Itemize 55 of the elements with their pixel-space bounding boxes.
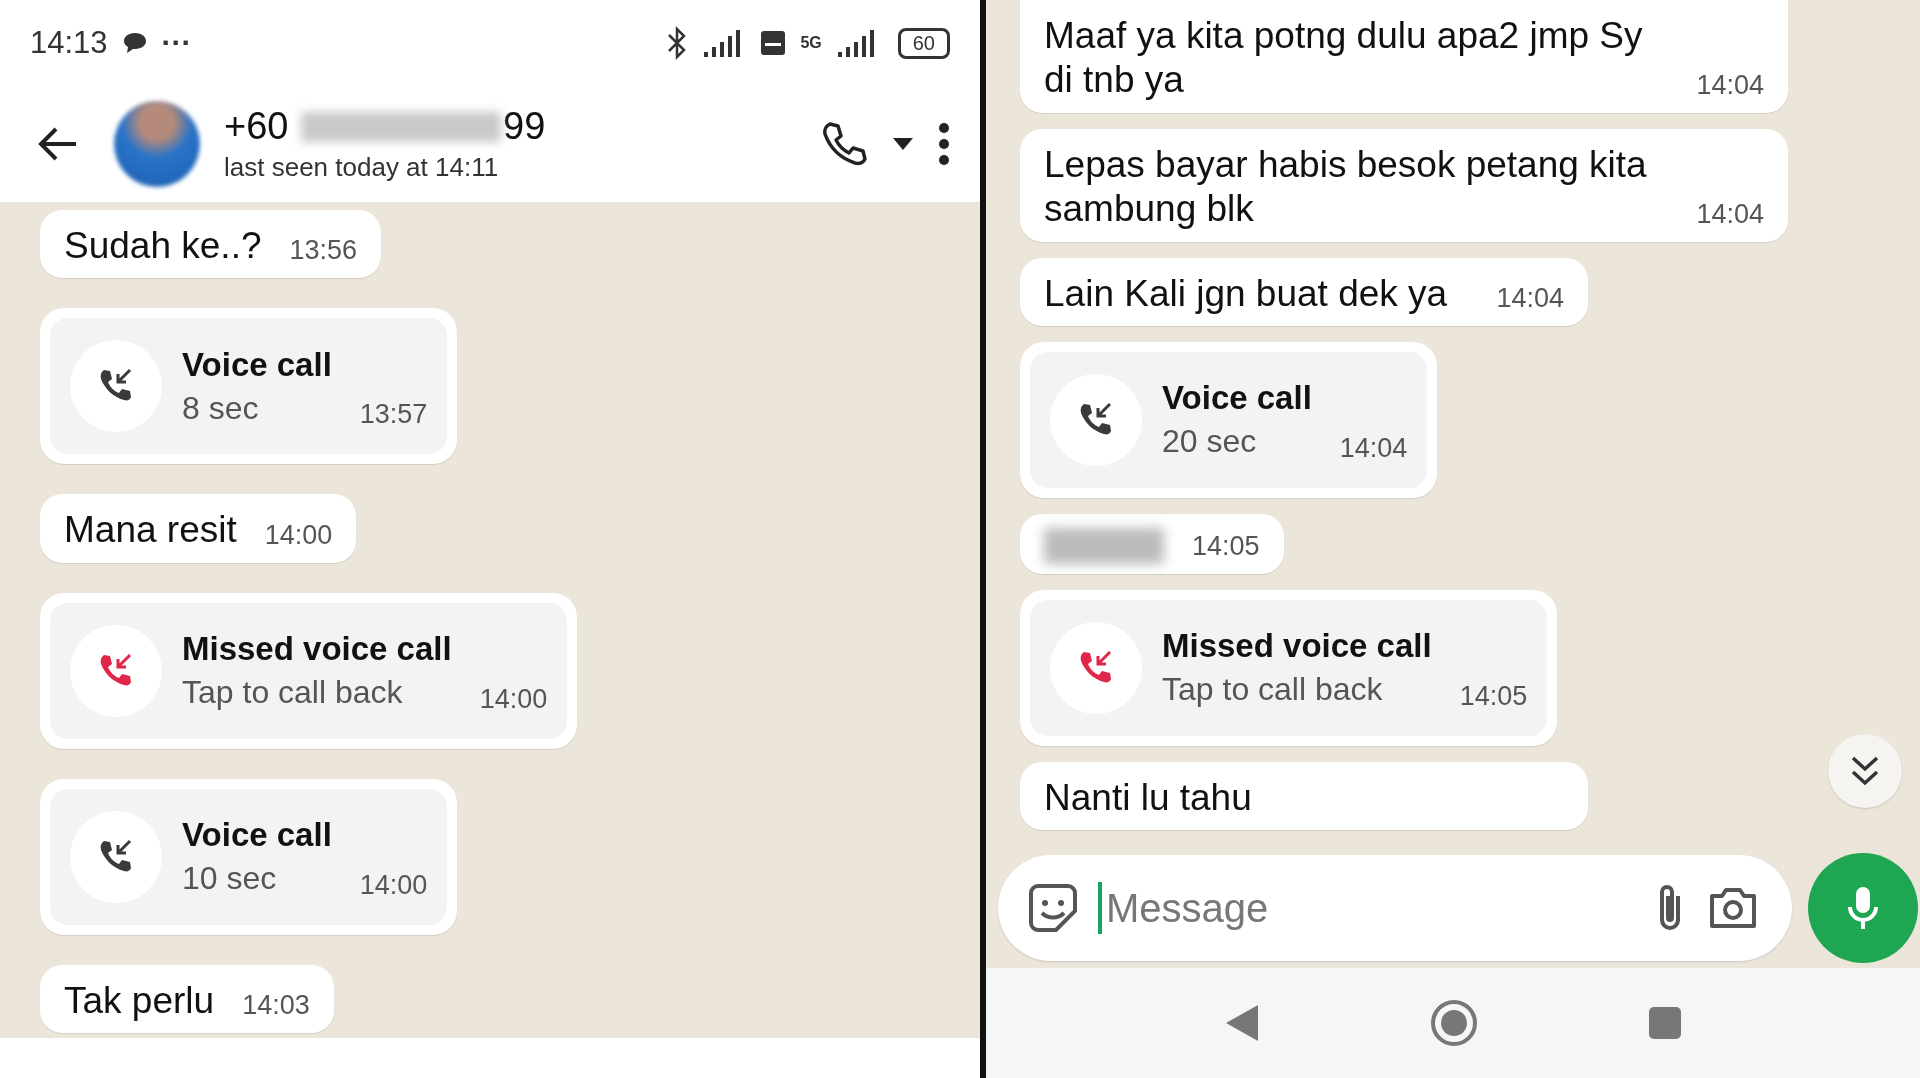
- message-field[interactable]: Message: [998, 855, 1792, 961]
- message-time: 14:04: [1496, 282, 1564, 315]
- message-time: 13:56: [289, 235, 358, 268]
- back-nav-icon[interactable]: [1224, 1003, 1260, 1043]
- call-bubble[interactable]: Missed voice call Tap to call back 14:05: [1020, 589, 1558, 746]
- network-label: 5G: [800, 34, 822, 51]
- message-time: 14:00: [359, 869, 428, 902]
- message-time: 14:03: [242, 990, 310, 1023]
- camera-icon[interactable]: [1708, 886, 1758, 930]
- call-bubble[interactable]: Voice call 8 sec 13:57: [40, 308, 458, 465]
- message-text: Tak perlu: [64, 978, 215, 1023]
- message-text: Lepas bayar habis besok petang kita sambung blk: [1044, 142, 1648, 232]
- message-text: Lain Kali jgn buat dek ya: [1044, 271, 1449, 316]
- phone-icon[interactable]: [820, 120, 868, 168]
- message-time: 14:05: [1192, 530, 1260, 563]
- message-text: Maaf ya kita potng dulu apa2 jmp Sy di tnb ya: [1044, 14, 1644, 103]
- message-time: 14:05: [1459, 680, 1528, 713]
- message-text: Mana resit: [64, 508, 237, 553]
- sticker-icon[interactable]: [1028, 883, 1078, 933]
- message-text: Sudah ke..?: [64, 224, 262, 268]
- battery-indicator: 60: [897, 27, 950, 59]
- message-time: 13:57: [359, 399, 428, 432]
- chat-bubble-icon: [121, 31, 148, 55]
- call-title: Missed voice call: [182, 630, 452, 669]
- call-title: Voice call: [182, 345, 332, 384]
- contact-number: 99: [503, 105, 546, 148]
- message-time: 14:00: [479, 683, 548, 716]
- dropdown-caret-icon[interactable]: [892, 137, 914, 151]
- call-detail: Tap to call back: [1162, 671, 1384, 709]
- call-detail: Tap to call back: [182, 674, 404, 712]
- menu-icon[interactable]: [938, 122, 950, 166]
- last-seen-status: last seen today at 14:11: [224, 152, 500, 183]
- recents-nav-icon[interactable]: [1648, 1006, 1682, 1040]
- call-detail: 8 sec: [182, 389, 260, 427]
- more-indicator: ···: [161, 26, 192, 60]
- call-title: Missed voice call: [1162, 627, 1432, 666]
- call-bubble[interactable]: Voice call 10 sec 14:00: [40, 778, 458, 935]
- call-title: Voice call: [182, 816, 332, 855]
- call-title: Voice call: [1162, 379, 1312, 418]
- message-time: 14:04: [1696, 198, 1764, 231]
- microphone-icon: [1846, 885, 1880, 931]
- call-detail: 10 sec: [182, 860, 278, 898]
- call-detail: 20 sec: [1162, 423, 1258, 461]
- message-text: Nanti lu tahu: [1044, 775, 1253, 820]
- call-bubble[interactable]: Missed voice call Tap to call back 14:00: [40, 592, 578, 749]
- message-time: 14:04: [1696, 69, 1764, 102]
- volte-icon: [760, 30, 787, 56]
- contact-number: +60: [224, 105, 290, 148]
- message-time: 14:04: [1339, 432, 1408, 465]
- message-time: 14:00: [264, 519, 333, 552]
- call-bubble[interactable]: Voice call 20 sec 14:04: [1020, 341, 1438, 498]
- avatar[interactable]: [114, 101, 200, 187]
- status-time: 14:13: [30, 25, 108, 61]
- double-chevron-down-icon: [1850, 754, 1880, 788]
- home-nav-icon[interactable]: [1430, 999, 1478, 1047]
